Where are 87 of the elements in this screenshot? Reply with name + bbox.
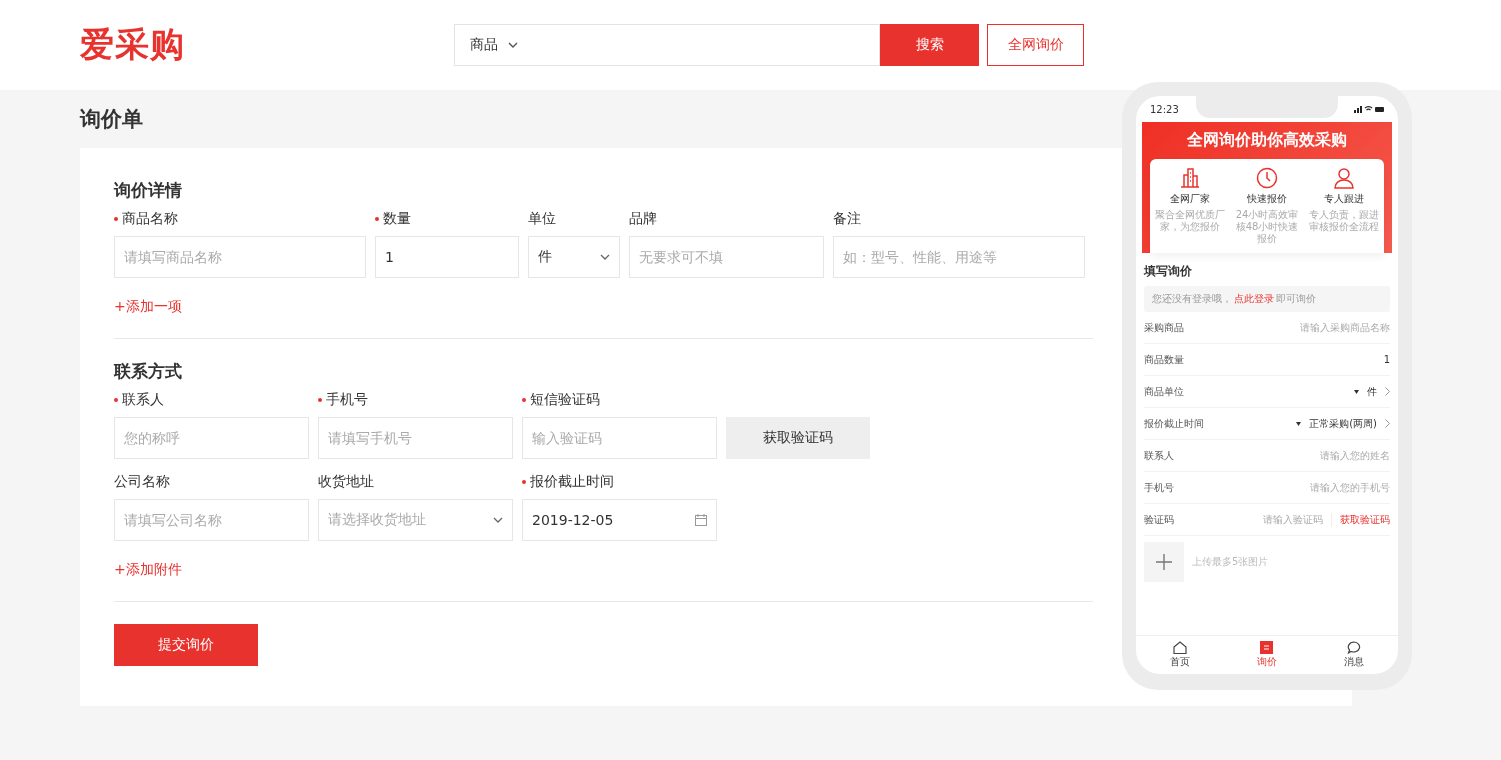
tab[interactable]: 消息 bbox=[1310, 636, 1398, 674]
calendar-icon bbox=[695, 514, 707, 526]
field-label: 单位 bbox=[528, 210, 556, 228]
add-link[interactable]: +添加一项 bbox=[114, 298, 182, 316]
person-icon bbox=[1332, 167, 1355, 189]
section-title: 询价详情 bbox=[114, 179, 182, 202]
feature-title: 快速报价 bbox=[1247, 192, 1287, 206]
field-label: 品牌 bbox=[629, 210, 657, 228]
tab[interactable]: 首页 bbox=[1136, 636, 1224, 674]
document-icon bbox=[1260, 641, 1274, 654]
chevron-right-icon bbox=[1385, 387, 1390, 396]
input-field[interactable]: 1 bbox=[375, 236, 519, 278]
input-field[interactable]: 如：型号、性能、用途等 bbox=[833, 236, 1085, 278]
notice-text: 即可询价 bbox=[1276, 292, 1316, 306]
row-value[interactable]: 1 bbox=[1383, 354, 1390, 365]
required-mark-icon bbox=[522, 480, 526, 484]
row-label: 验证码 bbox=[1144, 512, 1174, 527]
field-label: 备注 bbox=[833, 210, 861, 228]
logo[interactable]: 爱采购 bbox=[80, 22, 454, 68]
chevron-right-icon bbox=[1385, 419, 1390, 428]
row-placeholder[interactable]: 请输入您的姓名 bbox=[1320, 448, 1390, 463]
input-field[interactable]: 您的称呼 bbox=[114, 417, 309, 459]
search-field[interactable]: 商品 bbox=[454, 24, 880, 66]
row-label: 联系人 bbox=[1144, 448, 1174, 463]
field-label: 报价截止时间 bbox=[530, 473, 614, 491]
select-field[interactable]: 件 bbox=[528, 236, 620, 278]
row-value[interactable]: 件 bbox=[1367, 384, 1377, 399]
row-label: 采购商品 bbox=[1144, 320, 1184, 335]
chevron-down-icon bbox=[508, 42, 518, 48]
page-title: 询价单 bbox=[80, 106, 143, 133]
feature-description: 专人负责，跟进审核报价全流程 bbox=[1307, 209, 1380, 233]
field-label: 公司名称 bbox=[114, 473, 170, 491]
clock-icon bbox=[1256, 167, 1278, 189]
input-field[interactable]: 请填写公司名称 bbox=[114, 499, 309, 541]
date-field[interactable]: 2019-12-05 bbox=[522, 499, 717, 541]
field-label: 数量 bbox=[383, 210, 411, 228]
chevron-down-icon bbox=[600, 254, 610, 260]
feature-description: 24小时高效审核48小时快速报价 bbox=[1234, 209, 1300, 245]
chevron-down-icon bbox=[493, 517, 503, 523]
input-field[interactable]: 输入验证码 bbox=[522, 417, 717, 459]
get-code-button[interactable]: 获取验证码 bbox=[726, 417, 870, 459]
tab[interactable]: 询价 bbox=[1223, 636, 1311, 674]
banner-title: 全网询价助你高效采购 bbox=[1186, 130, 1348, 151]
required-mark-icon bbox=[318, 398, 322, 402]
row-placeholder[interactable]: 请输入采购商品名称 bbox=[1300, 320, 1390, 335]
submit-button[interactable]: 提交询价 bbox=[114, 624, 258, 666]
input-field[interactable]: 请填写商品名称 bbox=[114, 236, 366, 278]
search-button[interactable]: 搜索 bbox=[880, 24, 979, 66]
category-dropdown[interactable]: 商品 bbox=[455, 36, 550, 54]
feature-title: 专人跟进 bbox=[1323, 192, 1364, 206]
home-icon bbox=[1172, 641, 1187, 654]
row-label: 报价截止时间 bbox=[1144, 416, 1204, 431]
select-field[interactable]: 请选择收货地址 bbox=[318, 499, 513, 541]
row-label: 手机号 bbox=[1144, 480, 1174, 495]
field-label: 联系人 bbox=[122, 391, 164, 409]
form-title: 填写询价 bbox=[1144, 263, 1193, 280]
row-placeholder[interactable]: 请输入验证码 bbox=[1263, 512, 1323, 527]
status-time: 12:23 bbox=[1150, 103, 1179, 115]
chat-bubble-icon bbox=[1347, 641, 1362, 654]
notice-text: 您还没有登录哦， bbox=[1152, 292, 1232, 306]
feature-description: 聚合全网优质厂家，为您报价 bbox=[1154, 209, 1227, 233]
field-label: 短信验证码 bbox=[530, 391, 600, 409]
plus-icon bbox=[1156, 554, 1172, 570]
add-link[interactable]: +添加附件 bbox=[114, 561, 182, 579]
feature-title: 全网厂家 bbox=[1170, 192, 1211, 206]
dropdown-triangle-icon bbox=[1354, 389, 1359, 394]
input-field[interactable]: 请填写手机号 bbox=[318, 417, 513, 459]
required-mark-icon bbox=[375, 217, 379, 221]
required-mark-icon bbox=[114, 217, 118, 221]
required-mark-icon bbox=[522, 398, 526, 402]
login-link[interactable]: 点此登录 bbox=[1234, 292, 1274, 306]
dropdown-triangle-icon bbox=[1296, 421, 1302, 426]
input-field[interactable]: 无要求可不填 bbox=[629, 236, 824, 278]
building-icon bbox=[1179, 167, 1202, 189]
section-title: 联系方式 bbox=[114, 360, 182, 383]
status-icons-drawing bbox=[1354, 105, 1384, 113]
required-mark-icon bbox=[114, 398, 118, 402]
row-label: 商品数量 bbox=[1144, 352, 1184, 367]
field-label: 手机号 bbox=[326, 391, 368, 409]
get-code-link[interactable]: 获取验证码 bbox=[1331, 512, 1390, 527]
field-label: 收货地址 bbox=[318, 473, 374, 491]
field-label: 商品名称 bbox=[122, 210, 178, 228]
row-value[interactable]: 正常采购(两周) bbox=[1309, 416, 1377, 431]
row-label: 商品单位 bbox=[1144, 384, 1184, 399]
row-placeholder[interactable]: 请输入您的手机号 bbox=[1310, 480, 1390, 495]
upload-button[interactable] bbox=[1144, 542, 1184, 582]
inquiry-button[interactable]: 全网询价 bbox=[987, 24, 1084, 66]
